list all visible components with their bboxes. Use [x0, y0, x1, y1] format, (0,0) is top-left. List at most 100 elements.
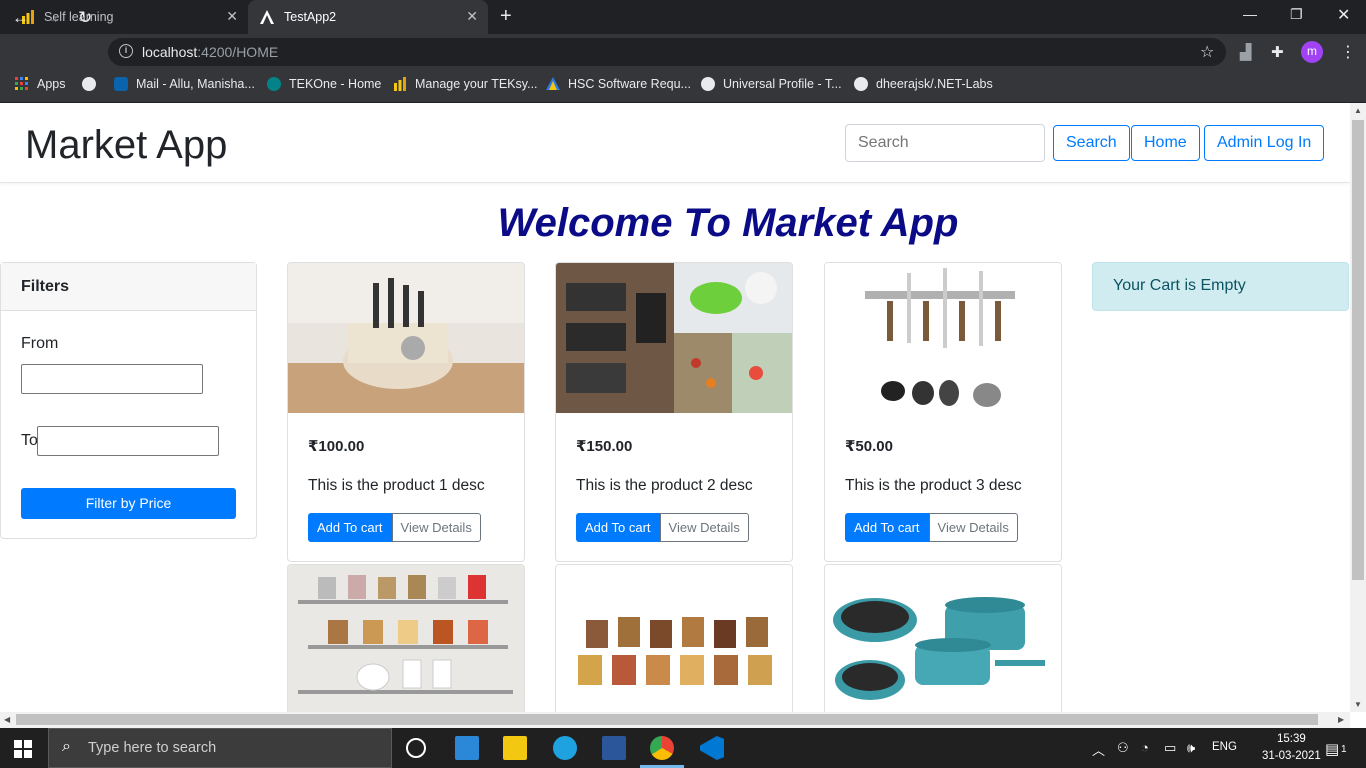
- task-view-icon[interactable]: [406, 738, 426, 758]
- view-details-button[interactable]: View Details: [659, 513, 749, 542]
- bookmark-apps[interactable]: Apps: [15, 77, 66, 91]
- to-label: To: [21, 432, 38, 449]
- info-icon[interactable]: i: [119, 44, 133, 58]
- product-card: [287, 564, 525, 712]
- globe-icon: [701, 77, 715, 91]
- product-image[interactable]: [825, 565, 1061, 712]
- bookmark-star-icon[interactable]: ☆: [1200, 42, 1214, 62]
- notification-count: 1: [1341, 744, 1347, 755]
- bookmark-label: dheerajsk/.NET-Labs: [876, 77, 993, 91]
- product-description: This is the product 2 desc: [576, 477, 753, 494]
- bookmark-mail[interactable]: Mail - Allu, Manisha...: [114, 77, 255, 91]
- product-image[interactable]: [556, 565, 792, 712]
- to-price-input[interactable]: [37, 426, 219, 456]
- bookmark-github[interactable]: dheerajsk/.NET-Labs: [854, 77, 993, 91]
- browser-tab-strip: Self learning ✕ TestApp2 ✕ + — ❐ ✕: [0, 0, 1366, 34]
- product-image[interactable]: [288, 263, 524, 413]
- sharepoint-icon: [267, 77, 281, 91]
- product-card: ₹100.00 This is the product 1 desc Add T…: [287, 262, 525, 562]
- product-price: ₹150.00: [576, 438, 633, 455]
- bookmark-teksystems[interactable]: Manage your TEKsy...: [393, 77, 538, 91]
- add-to-cart-button[interactable]: Add To cart: [576, 513, 660, 542]
- product-price: ₹100.00: [308, 438, 365, 455]
- bookmark-hsc[interactable]: HSC Software Requ...: [546, 77, 691, 91]
- system-clock[interactable]: 15:39 31-03-2021: [1262, 731, 1321, 765]
- add-to-cart-button[interactable]: Add To cart: [845, 513, 929, 542]
- view-details-button[interactable]: View Details: [391, 513, 481, 542]
- back-button[interactable]: ←: [12, 8, 29, 28]
- from-label: From: [21, 335, 59, 352]
- tab-testapp2[interactable]: TestApp2 ✕: [248, 0, 488, 34]
- minimize-button[interactable]: —: [1243, 6, 1257, 22]
- close-icon[interactable]: ✕: [226, 8, 238, 25]
- search-input[interactable]: [845, 124, 1045, 162]
- product-actions: Add To cart View Details: [308, 513, 481, 542]
- filter-by-price-button[interactable]: Filter by Price: [21, 488, 236, 519]
- bookmark-label: Manage your TEKsy...: [415, 77, 538, 91]
- product-actions: Add To cart View Details: [576, 513, 749, 542]
- bookmark-universal-profile[interactable]: Universal Profile - T...: [701, 77, 842, 91]
- bookmark-label: HSC Software Requ...: [568, 77, 691, 91]
- close-icon[interactable]: ✕: [466, 8, 478, 25]
- bookmark-label: Mail - Allu, Manisha...: [136, 77, 255, 91]
- search-button[interactable]: Search: [1053, 125, 1130, 161]
- notification-icon[interactable]: ▤: [1325, 740, 1339, 758]
- product-actions: Add To cart View Details: [845, 513, 1018, 542]
- bookmark-globe[interactable]: [82, 77, 104, 91]
- bookmark-label: TEKOne - Home: [289, 77, 382, 91]
- reload-button[interactable]: ↻: [78, 8, 92, 28]
- filters-panel: Filters From To Filter by Price: [0, 262, 257, 539]
- windows-start-icon[interactable]: [14, 740, 32, 758]
- url-text[interactable]: localhost:4200/HOME: [142, 44, 278, 60]
- profile-avatar[interactable]: m: [1301, 41, 1323, 63]
- chevron-up-icon[interactable]: ︿: [1092, 740, 1105, 759]
- github-icon: [854, 77, 868, 91]
- page-viewport: Market App Search Home Admin Log In Welc…: [0, 103, 1350, 712]
- scroll-up-arrow-icon[interactable]: ▲: [1354, 106, 1362, 115]
- vertical-scroll-thumb[interactable]: [1352, 120, 1364, 580]
- tab-title: TestApp2: [284, 10, 337, 24]
- brand-title[interactable]: Market App: [25, 123, 227, 168]
- media-router-icon[interactable]: ▟: [1240, 43, 1252, 61]
- bookmark-label: Universal Profile - T...: [723, 77, 842, 91]
- menu-kebab-icon[interactable]: ⋮: [1340, 42, 1356, 62]
- language-indicator[interactable]: ENG: [1212, 741, 1237, 753]
- horizontal-scroll-thumb[interactable]: [16, 714, 1318, 725]
- chrome-browser-icon[interactable]: [650, 736, 674, 760]
- scroll-down-arrow-icon[interactable]: ▼: [1354, 700, 1362, 709]
- product-card: [824, 564, 1062, 712]
- restore-button[interactable]: ❐: [1290, 6, 1303, 23]
- admin-login-button[interactable]: Admin Log In: [1204, 125, 1325, 161]
- apps-grid-icon: [15, 77, 29, 91]
- product-card: ₹150.00 This is the product 2 desc Add T…: [555, 262, 793, 562]
- volume-icon[interactable]: 🕪: [1187, 740, 1195, 756]
- add-to-cart-button[interactable]: Add To cart: [308, 513, 392, 542]
- scroll-right-arrow-icon[interactable]: ▶: [1338, 715, 1344, 724]
- product-image[interactable]: [288, 565, 524, 712]
- bookmark-tekone[interactable]: TEKOne - Home: [267, 77, 381, 91]
- word-app-icon[interactable]: [602, 736, 626, 760]
- battery-icon[interactable]: ▭: [1164, 740, 1176, 756]
- from-price-input[interactable]: [21, 364, 203, 394]
- wifi-icon[interactable]: ◔: [1141, 740, 1149, 755]
- product-image[interactable]: [825, 263, 1061, 413]
- mail-app-icon[interactable]: [455, 736, 479, 760]
- edge-browser-icon[interactable]: [553, 736, 577, 760]
- scroll-left-arrow-icon[interactable]: ◀: [4, 715, 10, 724]
- globe-icon: [82, 77, 96, 91]
- view-details-button[interactable]: View Details: [928, 513, 1018, 542]
- clock-time: 15:39: [1277, 733, 1306, 745]
- outlook-icon: [114, 77, 128, 91]
- close-window-button[interactable]: ✕: [1337, 5, 1350, 25]
- extensions-puzzle-icon[interactable]: ✚: [1271, 43, 1284, 61]
- file-explorer-icon[interactable]: [503, 736, 527, 760]
- forward-button[interactable]: →: [44, 8, 61, 28]
- home-button[interactable]: Home: [1131, 125, 1200, 161]
- bookmark-label: Apps: [37, 77, 66, 91]
- product-image[interactable]: [556, 263, 792, 413]
- clock-date: 31-03-2021: [1262, 750, 1321, 762]
- people-icon[interactable]: ⚇: [1117, 740, 1129, 756]
- taskbar-search-placeholder[interactable]: Type here to search: [88, 740, 216, 756]
- new-tab-button[interactable]: +: [500, 5, 512, 28]
- tab-self-learning[interactable]: Self learning ✕: [0, 0, 248, 34]
